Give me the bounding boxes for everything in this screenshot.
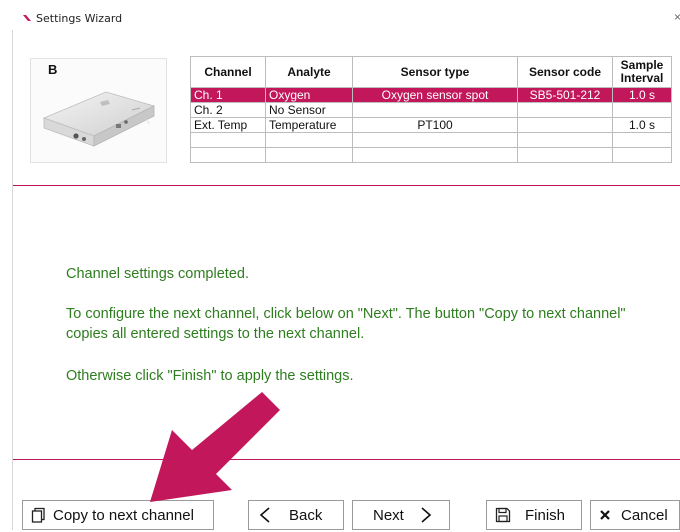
- cell-interval: 1.0 s: [612, 117, 672, 133]
- cell-channel: Ch. 1: [190, 87, 266, 103]
- section-divider-top: [13, 185, 680, 186]
- window-title: Settings Wizard: [36, 12, 123, 25]
- cell-analyte: Oxygen: [265, 87, 353, 103]
- save-icon: [495, 507, 511, 523]
- next-button-label: Next: [373, 506, 404, 524]
- cell-interval: 1.0 s: [612, 87, 672, 103]
- header-sample-line1: Sample: [620, 58, 664, 72]
- cell-sensor-code: SB5-501-212: [517, 87, 613, 103]
- cell-sensor-code: [517, 102, 613, 118]
- title-bar: Settings Wizard ×: [0, 0, 680, 30]
- header-analyte: Analyte: [265, 56, 353, 88]
- sensor-table: Channel Analyte Sensor type Sensor code …: [190, 56, 672, 163]
- device-label: B: [48, 62, 58, 77]
- cell-sensor-type: PT100: [352, 117, 518, 133]
- chevron-right-icon: [416, 506, 434, 524]
- message-next-instructions: To configure the next channel, click bel…: [66, 306, 626, 342]
- table-row[interactable]: Ch. 1 Oxygen Oxygen sensor spot SB5-501-…: [190, 87, 672, 103]
- chevron-left-icon: [257, 506, 275, 524]
- finish-button[interactable]: Finish: [486, 500, 582, 530]
- copy-button-label: Copy to next channel: [53, 506, 194, 524]
- cell-sensor-type: [352, 102, 518, 118]
- header-sensor-code: Sensor code: [517, 56, 613, 88]
- close-icon: [599, 509, 611, 521]
- header-sensor-type: Sensor type: [352, 56, 518, 88]
- cell-analyte: No Sensor: [265, 102, 353, 118]
- window-close-icon[interactable]: ×: [674, 10, 680, 24]
- header-sample-interval: Sample Interval: [612, 56, 672, 88]
- finish-button-label: Finish: [525, 506, 566, 524]
- table-row-empty: [190, 132, 672, 148]
- annotation-arrow-icon: [150, 392, 280, 502]
- cancel-button[interactable]: Cancel: [590, 500, 680, 530]
- table-row-empty: [190, 147, 672, 163]
- next-button[interactable]: Next: [352, 500, 450, 530]
- cell-channel: Ch. 2: [190, 102, 266, 118]
- cell-sensor-type: Oxygen sensor spot: [352, 87, 518, 103]
- cell-interval: [612, 102, 672, 118]
- back-button-label: Back: [289, 506, 323, 524]
- table-header-row: Channel Analyte Sensor type Sensor code …: [190, 56, 672, 88]
- device-image: [42, 91, 156, 147]
- message-completed: Channel settings completed.: [66, 266, 249, 282]
- copy-icon: [31, 507, 47, 523]
- app-icon: [23, 15, 31, 21]
- cell-analyte: Temperature: [265, 117, 353, 133]
- table-row[interactable]: Ch. 2 No Sensor: [190, 102, 672, 118]
- header-sample-line2: Interval: [620, 71, 664, 85]
- message-finish-instructions: Otherwise click "Finish" to apply the se…: [66, 368, 354, 384]
- cell-channel: Ext. Temp: [190, 117, 266, 133]
- section-divider-bottom: [13, 459, 680, 460]
- table-row[interactable]: Ext. Temp Temperature PT100 1.0 s: [190, 117, 672, 133]
- header-channel: Channel: [190, 56, 266, 88]
- cell-sensor-code: [517, 117, 613, 133]
- cancel-button-label: Cancel: [621, 506, 668, 524]
